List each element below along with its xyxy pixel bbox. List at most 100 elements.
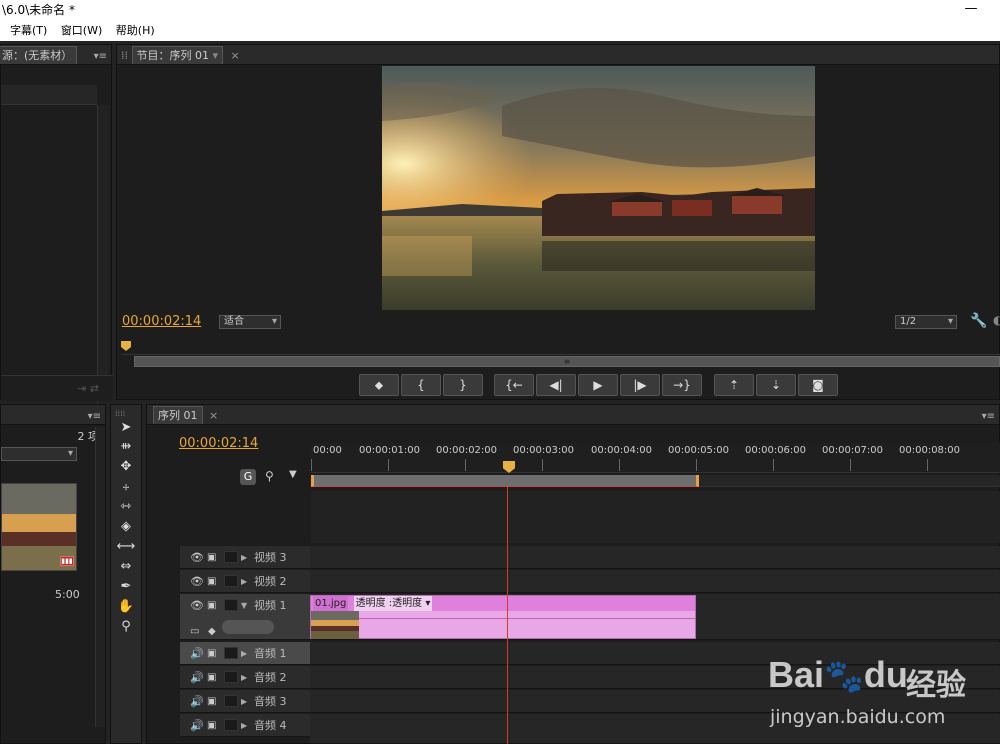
step-forward-button[interactable]: |▶ xyxy=(620,374,660,396)
sequence-tab-label: 序列 01 xyxy=(158,409,198,422)
eye-icon[interactable]: 👁 xyxy=(190,570,204,593)
mark-out-button[interactable]: } xyxy=(443,374,483,396)
opacity-line[interactable] xyxy=(359,618,695,619)
add-marker-button[interactable]: ⬥ xyxy=(359,374,399,396)
eye-icon[interactable]: 👁 xyxy=(190,546,204,569)
lift-button[interactable]: ⇡ xyxy=(714,374,754,396)
timeline-timecode[interactable]: 00:00:02:14 xyxy=(179,436,258,451)
project-scrollbar[interactable] xyxy=(95,427,105,727)
sequence-tab[interactable]: 序列 01 xyxy=(153,406,203,424)
add-marker-timeline-icon[interactable]: ⚲ xyxy=(265,469,274,483)
keyframe-icon[interactable]: ◆ xyxy=(208,620,216,643)
expand-track-icon[interactable]: ▶ xyxy=(241,666,247,689)
speaker-icon[interactable]: 🔊 xyxy=(190,666,204,689)
pen-tool-icon[interactable]: ✒ xyxy=(115,578,137,596)
speaker-icon[interactable]: 🔊 xyxy=(190,714,204,737)
rate-stretch-tool-icon[interactable]: ⇿ xyxy=(115,498,137,516)
project-thumbnail[interactable]: ▮▮▮ xyxy=(1,483,77,571)
keyframe-nav-control[interactable] xyxy=(222,620,274,634)
playhead-line[interactable] xyxy=(507,486,508,744)
track-lock-toggle[interactable] xyxy=(224,719,238,731)
collapse-track-icon[interactable]: ▼ xyxy=(241,594,247,617)
wrench-icon[interactable]: 🔧 xyxy=(970,313,987,329)
menu-window[interactable]: 窗口(W) xyxy=(61,21,102,41)
film-icon[interactable]: ▣ xyxy=(207,666,216,689)
project-menu-icon[interactable]: ▾≡ xyxy=(88,407,101,427)
track-lane-video-3[interactable] xyxy=(310,546,1000,569)
track-name: 视频 1 xyxy=(254,599,287,612)
film-icon[interactable]: ▣ xyxy=(207,690,216,713)
expand-track-icon[interactable]: ▶ xyxy=(241,642,247,665)
go-to-in-button[interactable]: {← xyxy=(494,374,534,396)
export-frame-button[interactable]: ◙ xyxy=(798,374,838,396)
menu-help[interactable]: 帮助(H) xyxy=(116,21,155,41)
extract-button[interactable]: ⇣ xyxy=(756,374,796,396)
timeline-ruler[interactable]: 00:00 00:00:01:00 00:00:02:00 00:00:03:0… xyxy=(311,443,1000,473)
keyframe-marker-icon[interactable]: ▼ xyxy=(289,469,297,480)
timeline-clip[interactable]: 01.jpg 透明度 :透明度 ▾ xyxy=(310,595,696,639)
project-bin-dropdown[interactable]: ▾ xyxy=(1,447,77,461)
close-sequence-tab-icon[interactable]: × xyxy=(209,409,218,422)
settings-icon[interactable]: ◐ xyxy=(993,313,1000,327)
close-tab-icon[interactable]: × xyxy=(231,49,240,62)
slip-tool-icon[interactable]: ⟷ xyxy=(115,538,137,556)
track-lock-toggle[interactable] xyxy=(224,695,238,707)
film-icon[interactable]: ▣ xyxy=(207,714,216,737)
track-select-tool-icon[interactable]: ⇻ xyxy=(115,438,137,456)
razor-tool-icon[interactable]: ◈ xyxy=(115,518,137,536)
project-tab-bar: ▾≡ xyxy=(1,405,105,425)
speaker-icon[interactable]: 🔊 xyxy=(190,642,204,665)
menu-title[interactable]: 字幕(T) xyxy=(10,21,47,41)
track-lock-toggle[interactable] xyxy=(224,599,238,611)
track-lane-video-2[interactable] xyxy=(310,570,1000,593)
fit-dropdown[interactable]: 适合 ▾ xyxy=(219,315,281,329)
film-icon[interactable]: ▣ xyxy=(207,546,216,569)
slide-tool-icon[interactable]: ⇔ xyxy=(115,558,137,576)
panel-menu-icon[interactable]: ▾≡ xyxy=(94,47,107,67)
track-header-audio-2: 🔊 ▣ ▶ 音频 2 xyxy=(180,666,310,689)
program-monitor: ⁞⁞ 节目：序列 01 ▾ × 00:00:02:14 适合 ▾ 1/2 ▾ 🔧… xyxy=(116,44,1000,400)
rolling-edit-tool-icon[interactable]: ⧾ xyxy=(115,478,137,496)
program-video-frame xyxy=(382,66,815,310)
play-button[interactable]: ▶ xyxy=(578,374,618,396)
ripple-edit-tool-icon[interactable]: ✥ xyxy=(115,458,137,476)
clip-name: 01.jpg xyxy=(313,596,349,611)
track-lock-toggle[interactable] xyxy=(224,647,238,659)
track-name: 音频 1 xyxy=(254,647,287,660)
film-icon[interactable]: ▣ xyxy=(207,594,216,617)
program-tab[interactable]: 节目：序列 01 ▾ xyxy=(131,46,224,64)
timeline-menu-icon[interactable]: ▾≡ xyxy=(982,407,995,427)
go-to-out-button[interactable]: →} xyxy=(662,374,702,396)
film-icon[interactable]: ▣ xyxy=(207,642,216,665)
work-area-bar[interactable] xyxy=(311,475,699,487)
selection-tool-icon[interactable]: ➤ xyxy=(115,419,137,437)
program-timecode[interactable]: 00:00:02:14 xyxy=(122,314,201,329)
snap-icon[interactable]: G xyxy=(240,469,256,485)
program-zoom-bar[interactable]: ≡ xyxy=(134,356,1000,367)
expand-track-icon[interactable]: ▶ xyxy=(241,546,247,569)
source-tab[interactable]: 源：(无素材） xyxy=(0,46,78,64)
minimize-button[interactable]: — xyxy=(964,0,978,21)
speaker-icon[interactable]: 🔊 xyxy=(190,690,204,713)
expand-track-icon[interactable]: ▶ xyxy=(241,690,247,713)
source-scrollbar[interactable] xyxy=(97,105,109,411)
mark-in-button[interactable]: { xyxy=(401,374,441,396)
hand-tool-icon[interactable]: ✋ xyxy=(115,598,137,616)
display-style-icon[interactable]: ▭ xyxy=(190,620,199,643)
step-back-button[interactable]: ◀| xyxy=(536,374,576,396)
track-header-video-3: 👁 ▣ ▶ 视频 3 xyxy=(180,546,310,569)
quality-dropdown[interactable]: 1/2 ▾ xyxy=(895,315,957,329)
clip-effect-dropdown[interactable]: 透明度 :透明度 ▾ xyxy=(353,596,433,611)
program-time-ruler[interactable] xyxy=(121,343,1000,355)
film-icon[interactable]: ▣ xyxy=(207,570,216,593)
baidu-url: jingyan.baidu.com xyxy=(770,706,946,728)
track-lock-toggle[interactable] xyxy=(224,575,238,587)
expand-track-icon[interactable]: ▶ xyxy=(241,714,247,737)
eye-icon[interactable]: 👁 xyxy=(190,594,204,617)
ruler-label: 00:00:04:00 xyxy=(591,445,653,456)
expand-track-icon[interactable]: ▶ xyxy=(241,570,247,593)
track-lock-toggle[interactable] xyxy=(224,551,238,563)
zoom-tool-icon[interactable]: ⚲ xyxy=(115,618,137,636)
track-lock-toggle[interactable] xyxy=(224,671,238,683)
ruler-label: 00:00:07:00 xyxy=(822,445,884,456)
